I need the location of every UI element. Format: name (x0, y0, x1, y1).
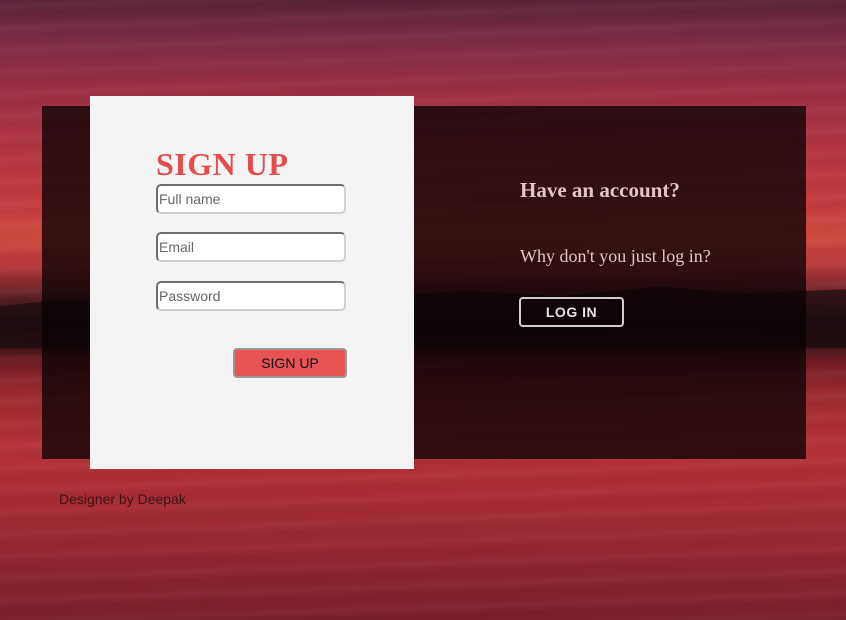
signup-title: SIGN UP (156, 146, 289, 182)
login-button[interactable]: LOG IN (519, 297, 624, 327)
email-input[interactable] (156, 232, 346, 262)
signup-button[interactable]: SIGN UP (233, 348, 347, 378)
signup-card: SIGN UP SIGN UP (90, 96, 414, 469)
login-prompt-text: Why don't you just log in? (520, 246, 711, 266)
full-name-input[interactable] (156, 184, 346, 214)
designer-credit: Designer by Deepak (59, 491, 186, 507)
password-input[interactable] (156, 281, 346, 311)
have-account-heading: Have an account? (520, 178, 680, 202)
